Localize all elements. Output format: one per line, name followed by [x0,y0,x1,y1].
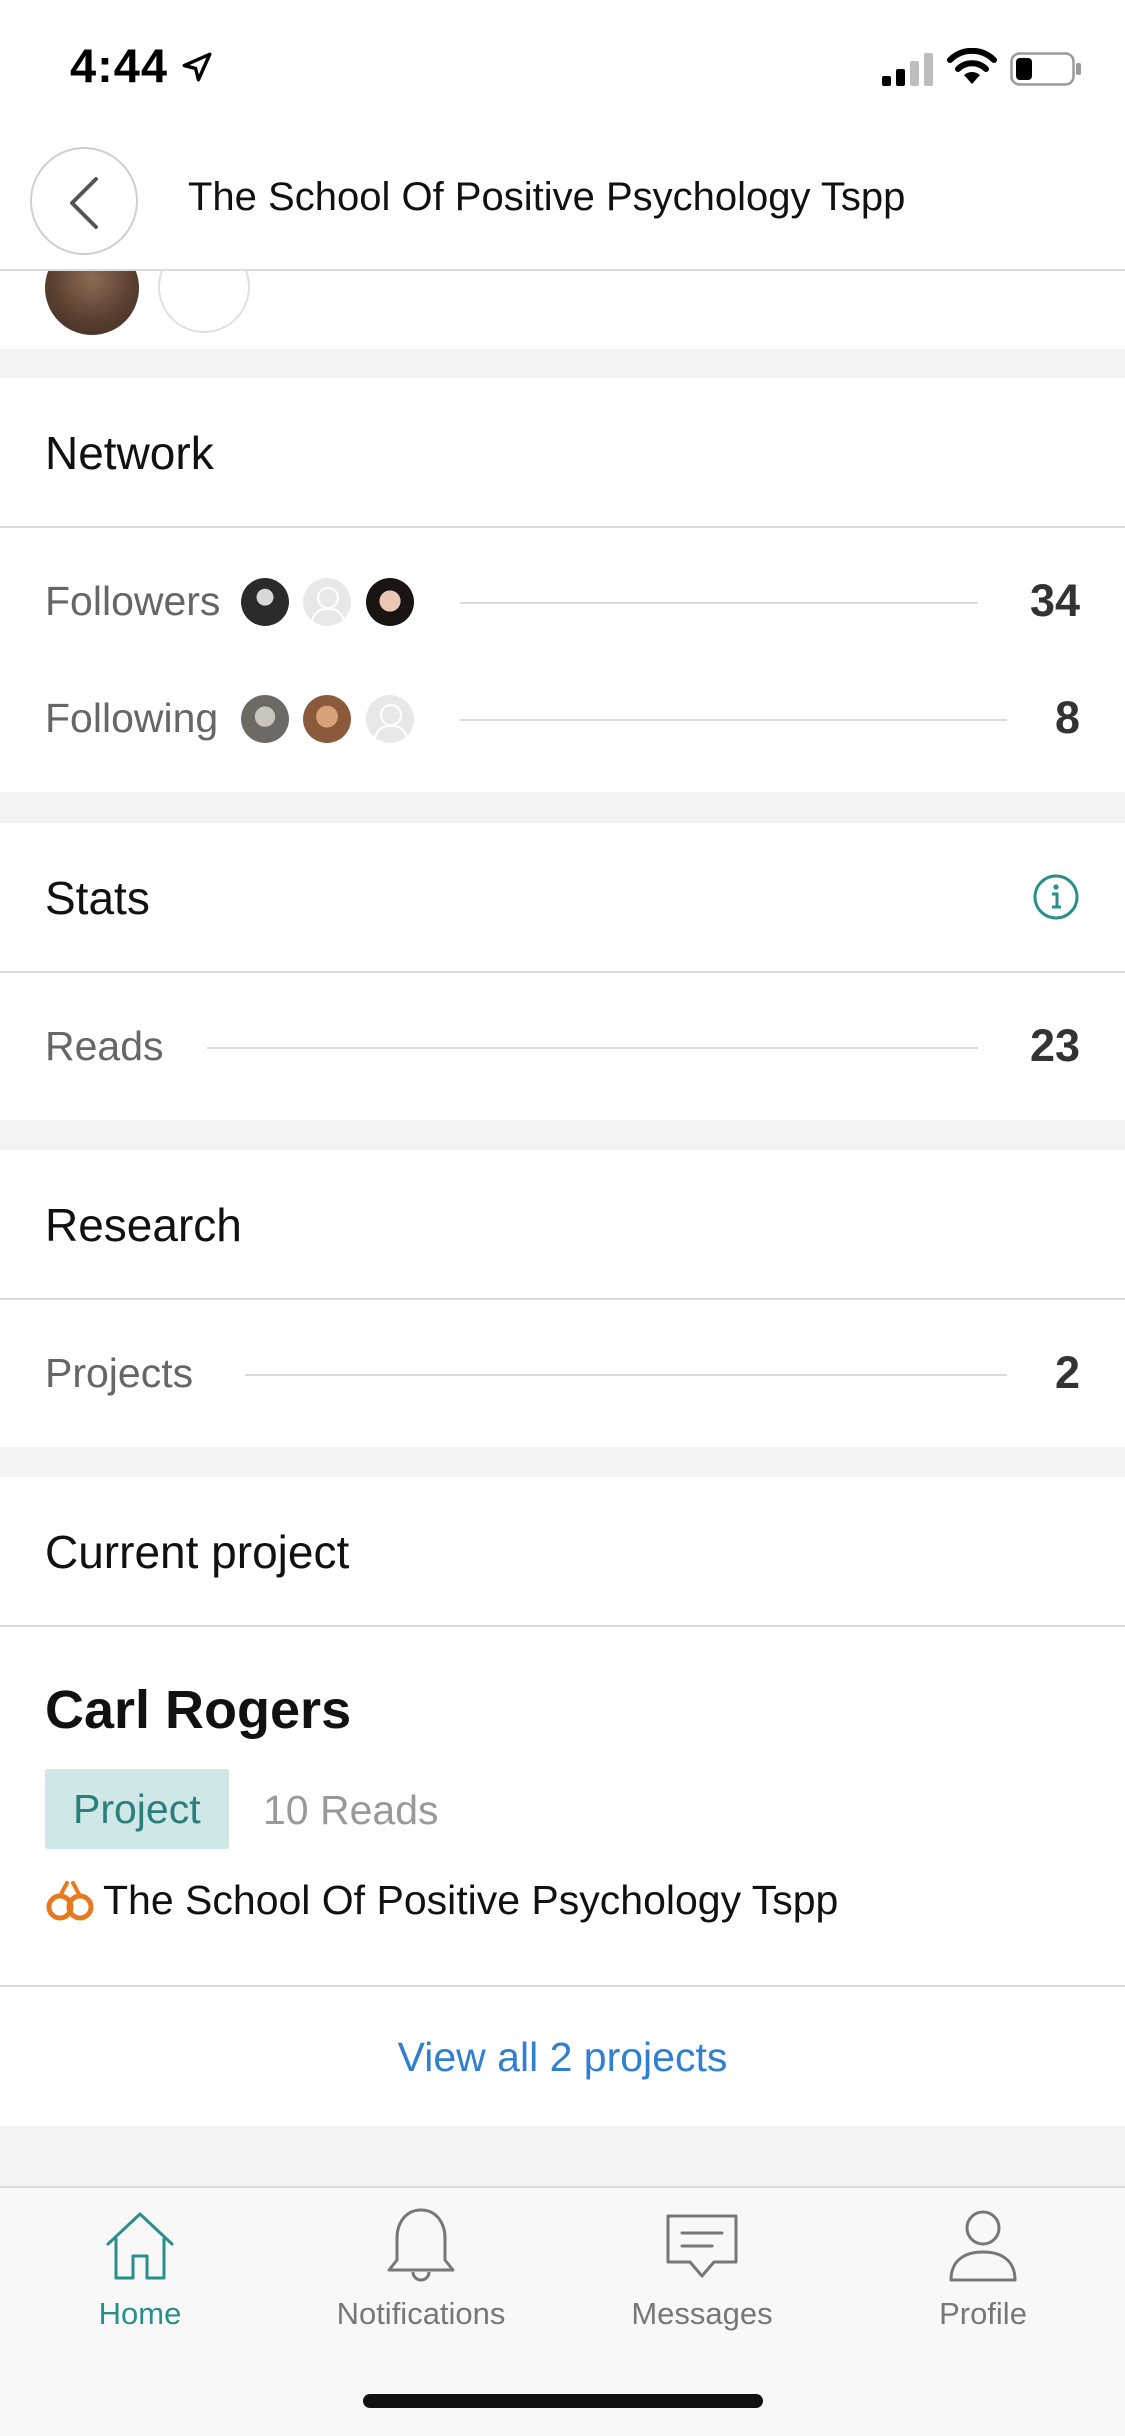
view-all-projects-link[interactable]: View all 2 projects [0,2034,1125,2081]
chevron-left-icon [70,177,98,229]
following-count: 8 [1054,692,1080,743]
wifi-icon [947,48,997,84]
tab-home[interactable]: Home [0,2206,280,2332]
projects-label: Projects [45,1350,194,1396]
avatar [366,578,414,626]
home-indicator[interactable] [363,2394,763,2408]
followers-label: Followers [45,578,221,624]
battery-icon [1010,52,1081,86]
project-title: Carl Rogers [45,1680,352,1740]
avatar [303,695,351,743]
section-title: Network [45,427,214,479]
following-label: Following [45,695,219,741]
divider [207,1047,978,1049]
divider [245,1374,1007,1376]
divider [460,719,1007,721]
section-title: Research [45,1199,242,1251]
follow-button[interactable] [158,271,250,333]
tab-profile[interactable]: Profile [843,2206,1123,2332]
stats-section: Stats Reads 23 [0,823,1125,1120]
section-title: Stats [45,872,150,924]
reads-count: 23 [1029,1020,1080,1071]
stats-header: Stats [0,823,1125,973]
home-icon [106,2212,174,2280]
person-icon [949,2210,1017,2282]
avatar [241,578,289,626]
research-section: Research Projects 2 [0,1150,1125,1447]
section-title: Current project [45,1526,350,1578]
avatar-placeholder-icon [366,695,414,743]
institution-logo-icon [46,1881,94,1921]
page-title: The School Of Positive Psychology Tspp [188,175,906,219]
tab-notifications[interactable]: Notifications [281,2206,561,2332]
avatar-placeholder-icon [303,578,351,626]
info-icon[interactable] [1032,873,1080,921]
network-section: Network Followers 34 Following 8 [0,378,1125,792]
page-header: The School Of Positive Psychology Tspp [0,135,1125,271]
followers-count: 34 [1029,575,1080,626]
back-button[interactable] [30,147,138,255]
current-project-section: Current project Carl Rogers Project 10 R… [0,1477,1125,2126]
status-bar: 4:44 [0,0,1125,135]
reads-label: Reads [45,1023,164,1069]
research-header: Research [0,1150,1125,1300]
message-icon [666,2214,738,2278]
current-project-header: Current project [0,1477,1125,1627]
divider [0,1985,1125,1987]
project-reads: 10 Reads [263,1787,439,1833]
bell-icon [387,2208,455,2282]
tab-messages[interactable]: Messages [562,2206,842,2332]
avatar [241,695,289,743]
avatar[interactable] [45,271,139,335]
status-time: 4:44 [70,39,169,92]
project-organization: The School Of Positive Psychology Tspp [103,1877,839,1923]
cellular-signal-icon [882,53,933,86]
project-card[interactable]: Carl Rogers Project 10 Reads The School … [0,1627,1125,1977]
location-arrow-icon [182,52,212,82]
project-badge: Project [45,1769,229,1849]
tab-label: Profile [939,2296,1027,2331]
tab-label: Notifications [336,2296,506,2331]
divider [460,602,978,604]
tab-label: Messages [631,2296,773,2331]
network-header: Network [0,378,1125,528]
tab-label: Home [98,2296,182,2331]
projects-count: 2 [1054,1347,1080,1398]
profile-card-remnant [0,271,1125,349]
